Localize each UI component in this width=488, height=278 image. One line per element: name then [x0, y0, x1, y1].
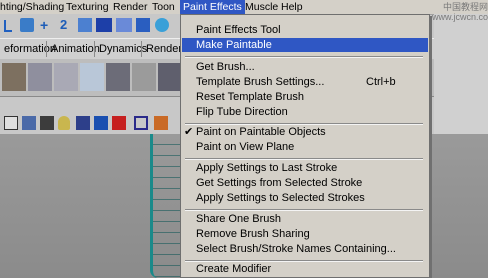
xray-icon[interactable]: [112, 116, 126, 130]
menu-item-template-brush-settings[interactable]: Template Brush Settings... Ctrl+b: [182, 75, 428, 89]
menu-item-get-brush[interactable]: Get Brush...: [182, 60, 428, 74]
menu-item-apply-settings-selected-strokes[interactable]: Apply Settings to Selected Strokes: [182, 191, 428, 205]
brush-icon[interactable]: [78, 18, 92, 32]
stroke-icon[interactable]: [96, 18, 112, 32]
curve-icon[interactable]: 2: [60, 18, 74, 32]
sphere-icon[interactable]: [155, 18, 169, 32]
shadow-icon[interactable]: [76, 116, 90, 130]
arrow-tool-icon[interactable]: [4, 20, 12, 32]
menu-separator: [185, 158, 423, 160]
brush-thumbnail-icon[interactable]: [54, 63, 78, 91]
right-side-panel: [434, 14, 488, 134]
menu-item-reset-template-brush[interactable]: Reset Template Brush: [182, 90, 428, 104]
viewport-toolbar: [0, 112, 180, 135]
camera-icon[interactable]: [154, 116, 168, 130]
menu-item-paint-on-view-plane[interactable]: Paint on View Plane: [182, 140, 428, 154]
menu-item-create-modifier[interactable]: Create Modifier: [182, 262, 428, 276]
textured-icon[interactable]: [40, 116, 54, 130]
menu-lighting-shading[interactable]: hting/Shading: [0, 0, 64, 14]
light-icon[interactable]: [58, 116, 70, 130]
menu-item-paint-effects-tool[interactable]: Paint Effects Tool: [182, 23, 428, 37]
tool-icon-row: + 2: [0, 14, 180, 38]
menu-texturing[interactable]: Texturing: [66, 0, 109, 14]
isolate-icon[interactable]: [94, 116, 108, 130]
plus-icon[interactable]: +: [40, 18, 54, 32]
checkmark-icon: ✔: [184, 126, 194, 138]
menu-toon[interactable]: Toon: [152, 0, 175, 14]
menu-item-remove-brush-sharing[interactable]: Remove Brush Sharing: [182, 227, 428, 241]
menu-render[interactable]: Render: [113, 0, 147, 14]
layer-icon[interactable]: [136, 18, 150, 32]
menu-item-apply-settings-last-stroke[interactable]: Apply Settings to Last Stroke: [182, 161, 428, 175]
menu-paint-effects[interactable]: Paint Effects: [180, 0, 245, 14]
menu-item-paint-on-paintable-objects[interactable]: ✔ Paint on Paintable Objects: [182, 125, 428, 139]
menu-item-get-settings-selected-stroke[interactable]: Get Settings from Selected Stroke: [182, 176, 428, 190]
menubar: hting/Shading Texturing Render Toon Pain…: [0, 0, 488, 15]
brush-thumbnail-icon[interactable]: [28, 63, 52, 91]
menu-separator: [185, 56, 423, 58]
shortcut-label: Ctrl+b: [366, 76, 396, 88]
brush-thumbnail-icon[interactable]: [80, 63, 104, 91]
paint-tool-icon[interactable]: [20, 18, 34, 32]
brush-thumbnail-icon[interactable]: [132, 63, 156, 91]
brush-thumbnail-icon[interactable]: [2, 63, 26, 91]
menu-item-make-paintable[interactable]: Make Paintable: [182, 38, 428, 52]
menu-muscle[interactable]: Muscle: [245, 0, 278, 14]
menu-separator: [185, 209, 423, 211]
menu-item-flip-tube-direction[interactable]: Flip Tube Direction: [182, 105, 428, 119]
menu-item-select-brush-stroke-names[interactable]: Select Brush/Stroke Names Containing...: [182, 242, 428, 256]
wireframe-cube-icon[interactable]: [4, 116, 18, 130]
menu-help[interactable]: Help: [281, 0, 303, 14]
texture-icon[interactable]: [116, 18, 132, 32]
paint-effects-menu: Paint Effects Tool Make Paintable Get Br…: [180, 14, 430, 278]
menu-item-share-one-brush[interactable]: Share One Brush: [182, 212, 428, 226]
smooth-shade-icon[interactable]: [22, 116, 36, 130]
brush-thumbnail-icon[interactable]: [106, 63, 130, 91]
grid-icon[interactable]: [134, 116, 148, 130]
watermark: 中国教程网 www.jcwcn.com: [432, 2, 488, 22]
brush-thumbnail-icon[interactable]: [158, 63, 180, 91]
